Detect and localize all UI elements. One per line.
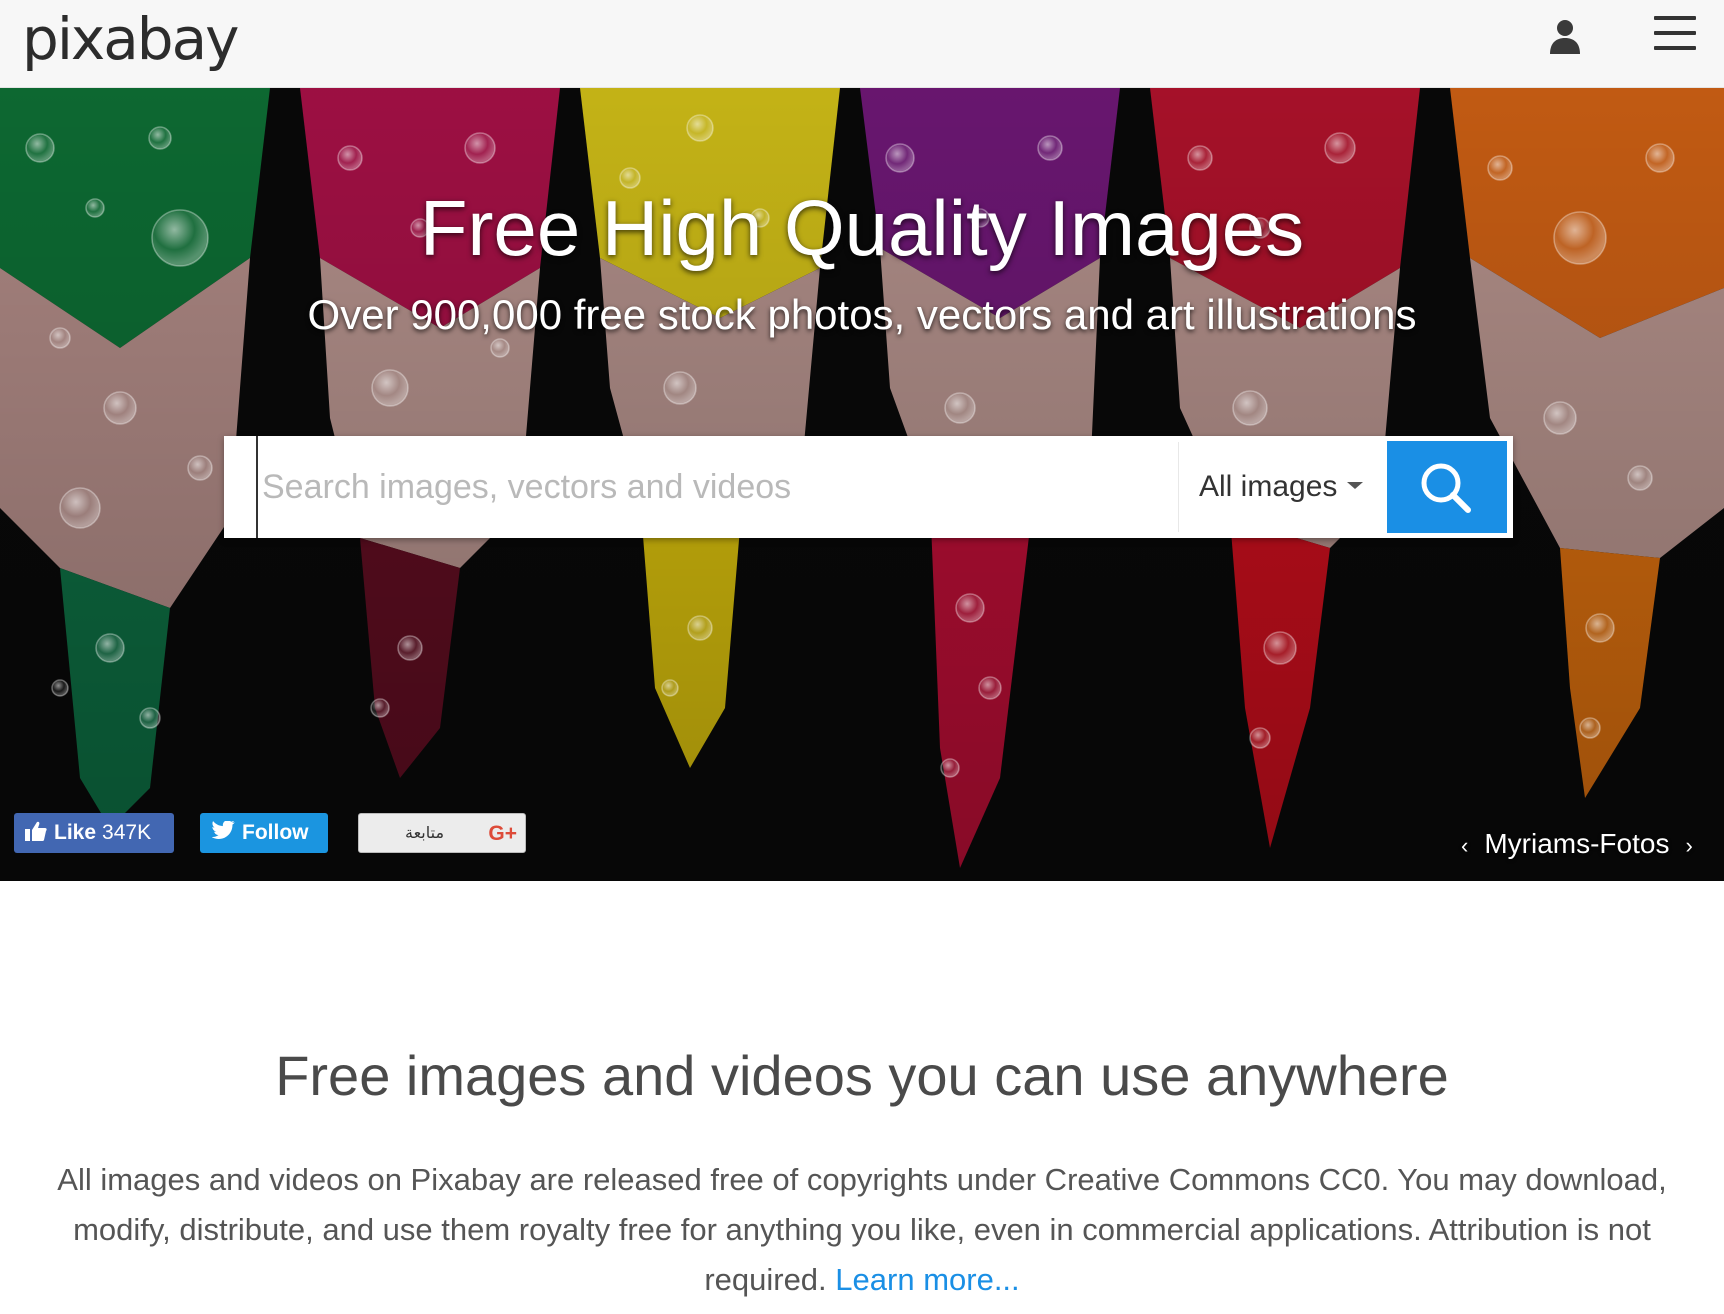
thumbs-up-icon xyxy=(25,822,47,842)
facebook-like-count: 347K xyxy=(102,821,152,844)
photographer-link[interactable]: Myriams-Fotos xyxy=(1484,828,1669,859)
hero-banner: Free High Quality Images Over 900,000 fr… xyxy=(0,88,1724,881)
search-bar: All images xyxy=(224,436,1513,538)
search-icon xyxy=(1421,463,1471,513)
hero-title: Free High Quality Images xyxy=(419,184,1305,272)
user-icon[interactable] xyxy=(1545,16,1585,56)
search-type-label: All images xyxy=(1199,470,1338,503)
search-type-dropdown[interactable]: All images xyxy=(1199,436,1364,538)
facebook-like-button[interactable]: Like 347K xyxy=(14,813,174,853)
facebook-like-label: Like xyxy=(54,821,97,844)
intro-paragraph: All images and videos on Pixabay are rel… xyxy=(18,1155,1706,1305)
pixabay-logo[interactable]: pixabay xyxy=(22,6,239,72)
photo-credit: ‹ Myriams-Fotos › xyxy=(1445,824,1709,864)
twitter-follow-button[interactable]: Follow xyxy=(200,813,328,853)
chevron-left-icon[interactable]: ‹ xyxy=(1461,826,1468,866)
search-button[interactable] xyxy=(1387,441,1507,533)
google-plus-follow-label: متابعة xyxy=(405,825,445,842)
google-plus-icon: G+ xyxy=(488,822,517,845)
section-heading: Free images and videos you can use anywh… xyxy=(275,1044,1449,1107)
search-divider xyxy=(1178,442,1179,532)
google-plus-follow-button[interactable]: متابعة G+ xyxy=(358,813,526,853)
chevron-right-icon[interactable]: › xyxy=(1685,826,1692,866)
twitter-bird-icon xyxy=(211,820,235,840)
learn-more-link[interactable]: Learn more... xyxy=(835,1262,1019,1297)
twitter-follow-label: Follow xyxy=(242,821,309,844)
hamburger-menu-icon[interactable] xyxy=(1654,16,1698,56)
search-input[interactable] xyxy=(256,436,1176,538)
hero-subtitle: Over 900,000 free stock photos, vectors … xyxy=(307,291,1417,338)
caret-down-icon xyxy=(1347,481,1364,489)
top-navbar: pixabay xyxy=(0,0,1724,88)
